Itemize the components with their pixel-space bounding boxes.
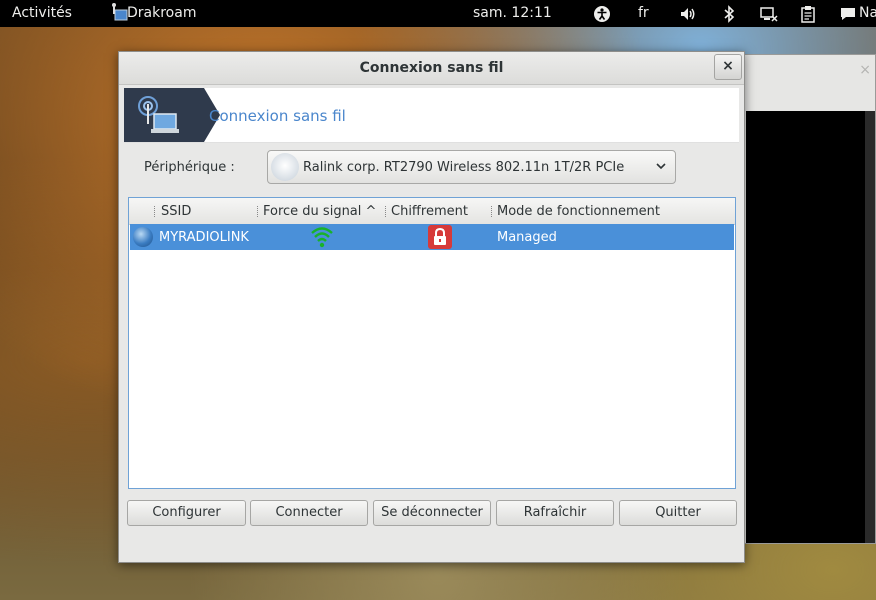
- list-header: SSID Force du signal ^ Chiffrement Mode …: [129, 198, 735, 225]
- row-mode: Managed: [497, 230, 557, 245]
- language-indicator[interactable]: fr: [638, 5, 649, 21]
- device-label: Périphérique :: [144, 160, 235, 175]
- device-select-value: Ralink corp. RT2790 Wireless 802.11n 1T/…: [303, 160, 625, 175]
- globe-icon: [133, 227, 153, 247]
- dialog-titlebar[interactable]: Connexion sans fil ×: [119, 52, 744, 85]
- column-header-signal[interactable]: Force du signal ^: [263, 204, 376, 219]
- app-menu[interactable]: Drakroam: [127, 5, 196, 21]
- dialog-title: Connexion sans fil: [359, 60, 504, 76]
- configure-button[interactable]: Configurer: [127, 500, 246, 526]
- background-window-close-icon[interactable]: ×: [859, 62, 871, 78]
- quit-button[interactable]: Quitter: [619, 500, 737, 526]
- column-separator: [385, 206, 387, 217]
- bluetooth-icon[interactable]: [720, 5, 738, 23]
- user-menu-label[interactable]: Na: [859, 5, 876, 21]
- row-ssid: MYRADIOLINK: [159, 230, 249, 245]
- column-separator: [491, 206, 493, 217]
- wifi-dialog: Connexion sans fil × Connexion sans fil …: [118, 51, 745, 563]
- column-separator: [257, 206, 259, 217]
- column-header-mode[interactable]: Mode de fonctionnement: [497, 204, 660, 219]
- banner-title: Connexion sans fil: [209, 107, 346, 125]
- network-icon[interactable]: [760, 5, 778, 23]
- background-terminal-window[interactable]: ×: [740, 54, 876, 544]
- device-select[interactable]: Ralink corp. RT2790 Wireless 802.11n 1T/…: [267, 150, 676, 184]
- close-button[interactable]: ×: [714, 54, 742, 80]
- table-row[interactable]: MYRADIOLINK Managed: [130, 224, 734, 250]
- column-header-encryption[interactable]: Chiffrement: [391, 204, 468, 219]
- terminal-area[interactable]: [746, 111, 866, 543]
- network-card-icon: [271, 153, 299, 181]
- volume-icon[interactable]: [679, 5, 697, 23]
- terminal-scrollbar[interactable]: [865, 111, 875, 543]
- wireless-computer-icon: [124, 88, 220, 142]
- wifi-signal-full-icon: [310, 225, 334, 253]
- lock-icon: [428, 225, 452, 249]
- drakroam-app-icon: [108, 2, 128, 24]
- accessibility-icon[interactable]: [593, 5, 611, 23]
- connect-button[interactable]: Connecter: [250, 500, 368, 526]
- column-header-ssid[interactable]: SSID: [161, 204, 191, 219]
- column-header-signal-label: Force du signal: [263, 204, 362, 219]
- network-list[interactable]: SSID Force du signal ^ Chiffrement Mode …: [128, 197, 736, 489]
- refresh-button[interactable]: Rafraîchir: [496, 500, 614, 526]
- chat-icon[interactable]: [839, 5, 857, 23]
- sort-ascending-icon: ^: [365, 204, 377, 219]
- activities-button[interactable]: Activités: [12, 5, 72, 21]
- column-separator: [154, 206, 156, 217]
- top-bar: Activités Drakroam sam. 12:11 fr Na: [0, 0, 876, 27]
- clipboard-icon[interactable]: [799, 5, 817, 23]
- disconnect-button[interactable]: Se déconnecter: [373, 500, 491, 526]
- dialog-banner: Connexion sans fil: [124, 88, 739, 143]
- chevron-down-icon: [655, 160, 667, 175]
- clock[interactable]: sam. 12:11: [473, 5, 552, 21]
